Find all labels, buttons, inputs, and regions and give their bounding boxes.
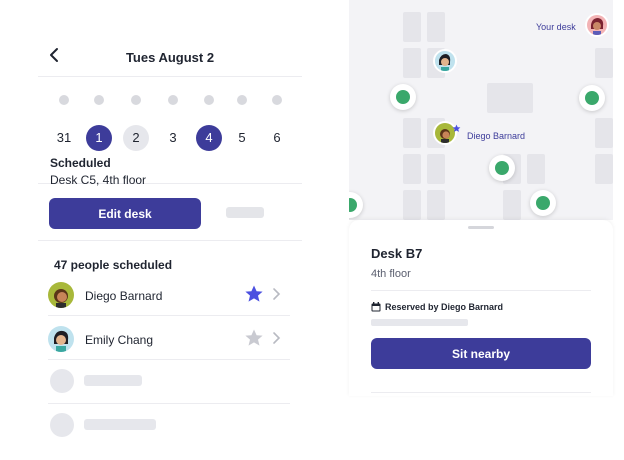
availability-dot — [59, 95, 69, 105]
day-6[interactable]: 6 — [264, 93, 290, 155]
star-icon[interactable] — [244, 328, 264, 348]
map-desk — [403, 154, 421, 184]
person-marker-label: Diego Barnard — [467, 131, 526, 141]
person-name: Emily Chang — [85, 333, 154, 347]
divider — [38, 240, 302, 241]
availability-dot — [168, 95, 178, 105]
map-desk — [487, 83, 533, 113]
day-number: 6 — [273, 130, 281, 145]
text-placeholder — [84, 375, 142, 386]
availability-dot — [237, 95, 247, 105]
map-desk — [427, 190, 445, 220]
day-number: 2 — [123, 125, 149, 151]
page-title: Tues August 2 — [125, 50, 215, 65]
day-31[interactable]: 31 — [51, 93, 77, 155]
your-desk-label: Your desk — [536, 22, 576, 32]
text-placeholder — [84, 419, 156, 430]
available-desk-pin[interactable] — [530, 190, 556, 216]
map-desk — [595, 48, 613, 78]
calendar-icon — [371, 302, 381, 312]
sit-nearby-button[interactable]: Sit nearby — [371, 338, 591, 369]
schedule-panel: Tues August 2 31 1 2 3 4 5 6 Scheduled D… — [38, 36, 302, 460]
chevron-right-icon — [273, 332, 281, 344]
map-desk — [403, 118, 421, 148]
avatar-placeholder — [50, 369, 74, 393]
drag-handle[interactable] — [468, 226, 494, 229]
day-number: 31 — [56, 130, 72, 145]
map-desk — [527, 154, 545, 184]
desk-detail-sheet: Desk B7 4th floor Reserved by Diego Barn… — [349, 220, 613, 396]
available-desk-pin[interactable] — [489, 155, 515, 181]
divider — [371, 392, 591, 393]
avatar-placeholder — [50, 413, 74, 437]
map-desk — [403, 190, 421, 220]
floor-map[interactable]: Your desk Diego Barnard — [349, 0, 613, 220]
chevron-right-icon — [273, 288, 281, 300]
person-row-diego[interactable]: Diego Barnard — [48, 272, 290, 316]
availability-dot — [204, 95, 214, 105]
availability-dot — [272, 95, 282, 105]
day-number: 5 — [238, 130, 246, 145]
map-desk — [427, 12, 445, 42]
list-item-placeholder — [48, 360, 290, 404]
divider — [371, 290, 591, 291]
header: Tues August 2 — [38, 36, 302, 76]
avatar — [48, 282, 74, 308]
available-desk-pin[interactable] — [390, 84, 416, 110]
person-name: Diego Barnard — [85, 289, 163, 303]
person-marker-emily[interactable] — [433, 49, 457, 73]
day-3[interactable]: 3 — [160, 93, 186, 155]
placeholder-bar — [226, 207, 264, 218]
desk-name: Desk B7 — [371, 246, 423, 261]
map-desk — [503, 190, 521, 220]
map-desk — [595, 154, 613, 184]
day-number: 1 — [86, 125, 112, 151]
avatar — [48, 326, 74, 352]
available-desk-pin[interactable] — [349, 192, 363, 218]
day-number: 4 — [196, 125, 222, 151]
availability-dot — [94, 95, 104, 105]
text-placeholder — [371, 319, 468, 326]
desk-floor: 4th floor — [371, 268, 411, 280]
star-icon — [452, 124, 461, 132]
star-icon[interactable] — [244, 284, 264, 304]
map-desk — [427, 154, 445, 184]
scheduled-label: Scheduled — [50, 156, 111, 170]
map-desk — [595, 118, 613, 148]
day-number: 3 — [169, 130, 177, 145]
availability-dot — [131, 95, 141, 105]
reserved-by-text: Reserved by Diego Barnard — [385, 302, 504, 312]
people-count: 47 people scheduled — [54, 258, 173, 272]
map-desk — [403, 48, 421, 78]
day-4[interactable]: 4 — [196, 93, 222, 155]
your-avatar[interactable] — [585, 13, 609, 37]
scheduled-desk: Desk C5, 4th floor — [50, 173, 147, 187]
day-1[interactable]: 1 — [86, 93, 112, 155]
person-row-emily[interactable]: Emily Chang — [48, 316, 290, 360]
list-item-placeholder — [48, 404, 290, 448]
day-2[interactable]: 2 — [123, 93, 149, 155]
available-desk-pin[interactable] — [579, 85, 605, 111]
day-5[interactable]: 5 — [229, 93, 255, 155]
map-desk — [403, 12, 421, 42]
app-screen: Tues August 2 31 1 2 3 4 5 6 Scheduled D… — [0, 0, 624, 460]
edit-desk-button[interactable]: Edit desk — [49, 198, 201, 229]
